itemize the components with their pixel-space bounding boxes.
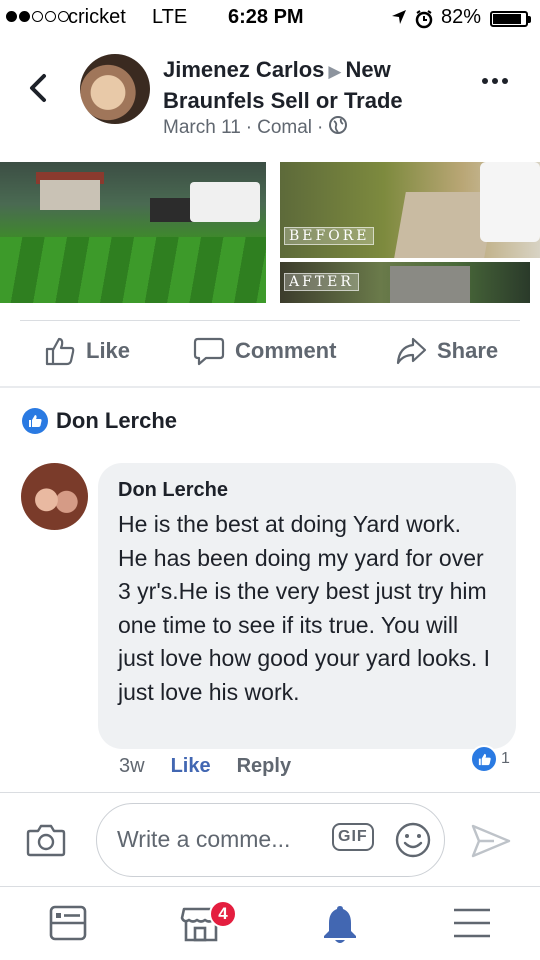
comment-author[interactable]: Don Lerche [118,479,496,502]
comment-bubble: Don Lerche He is the best at doing Yard … [98,463,516,749]
post-location[interactable]: Comal [257,117,312,139]
clock: 6:28 PM [228,6,304,28]
triangle-right-icon: ▶ [328,62,342,81]
post-author-name[interactable]: Jimenez Carlos [163,57,324,82]
meta-separator: · [317,117,324,138]
back-button[interactable] [22,68,56,108]
location-arrow-icon [390,8,408,31]
post-author-avatar[interactable] [80,54,150,124]
like-reaction-icon [22,408,48,434]
tab-menu[interactable] [452,903,492,948]
camera-button[interactable] [26,822,66,863]
comment-reply-button[interactable]: Reply [237,755,291,778]
more-options-button[interactable] [482,78,508,84]
battery-percentage: 82% [441,6,482,28]
alarm-icon [414,9,434,34]
commenter-avatar[interactable] [21,463,88,530]
reactor-name: Don Lerche [56,408,178,433]
like-button[interactable]: Like [44,336,130,366]
carrier-name: cricket [68,6,126,28]
marketplace-badge: 4 [209,900,237,928]
comment-text: He is the best at doing Yard work. He ha… [118,511,491,705]
like-count: 1 [501,750,510,767]
chevron-left-icon [30,74,46,102]
comment-age: 3w [119,755,145,777]
post-meta: March 11 · Comal · [163,115,348,141]
hamburger-menu-icon [454,908,490,938]
meta-separator: · [245,117,253,138]
share-button[interactable]: Share [395,336,498,366]
send-arrow-icon [471,824,511,858]
tab-news-feed[interactable] [48,903,88,948]
comment-footer: 3w Like Reply [119,755,291,778]
post-photo-lawn[interactable] [0,162,266,303]
comment-like-button[interactable]: Like [171,755,211,778]
divider [0,792,540,793]
before-label: BEFORE [284,227,375,245]
divider [0,386,540,388]
network-type: LTE [152,6,188,28]
reaction-summary[interactable]: Don Lerche [22,408,177,434]
comment-like-count[interactable]: 1 [470,745,510,773]
bell-icon [324,906,356,943]
status-bar: cricket LTE 6:28 PM 82% [0,0,540,36]
share-arrow-icon [396,337,427,365]
news-feed-icon [49,905,87,941]
like-reaction-icon [470,745,498,773]
comment-label: Comment [235,338,337,363]
after-label: AFTER [284,273,359,291]
post-date[interactable]: March 11 [163,117,241,139]
speech-bubble-icon [193,337,225,366]
share-label: Share [437,338,499,363]
comment-input[interactable]: Write a comme... GIF [96,803,445,877]
globe-icon [328,115,348,141]
tab-notifications[interactable] [320,903,360,950]
comment-button[interactable]: Comment [193,336,336,366]
emoji-button[interactable] [394,821,432,864]
send-button[interactable] [470,822,512,865]
divider [20,320,520,321]
gif-button[interactable]: GIF [332,823,374,851]
camera-icon [26,824,66,857]
comment-input-placeholder: Write a comme... [117,826,291,852]
thumbs-up-icon [45,337,75,366]
divider [0,886,540,887]
like-label: Like [86,338,131,363]
signal-strength-icon [6,11,69,22]
battery-icon [490,11,531,27]
post-title: Jimenez Carlos ▶ New Braunfels Sell or Tra… [163,55,463,115]
smiley-icon [395,822,431,858]
